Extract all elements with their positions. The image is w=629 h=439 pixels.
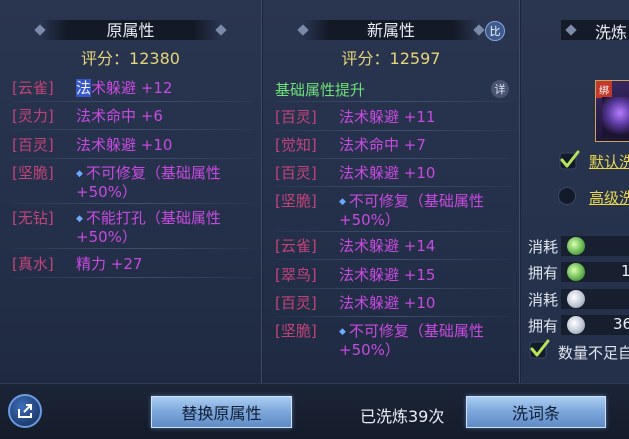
- attr-tag: [坚脆]: [275, 192, 317, 210]
- attr-tag: [云雀]: [275, 237, 317, 255]
- attr-value: ◆ 不可修复（基础属性 +50%）: [339, 192, 484, 229]
- old-attr-row[interactable]: [坚脆] ◆ 不可修复（基础属性 +50%）: [12, 164, 253, 201]
- old-panel-header: 原属性: [0, 14, 261, 44]
- attr-tag: [坚脆]: [12, 164, 54, 182]
- new-attr-row[interactable]: [坚脆] ◆ 不可修复（基础属性 +50%）: [275, 192, 511, 229]
- silver-coin-icon: [567, 290, 585, 308]
- attr-value: 法术命中 +6: [76, 107, 163, 125]
- attr-tag: [翠鸟]: [275, 266, 317, 284]
- attr-value: 法术躲避 +11: [339, 108, 436, 126]
- refine-count: 已洗炼39次: [360, 407, 445, 426]
- silver-coin-icon: [567, 316, 585, 334]
- attr-value: 法术躲避 +14: [339, 237, 436, 255]
- new-panel-header: 新属性: [263, 14, 519, 44]
- share-button[interactable]: [8, 394, 42, 428]
- equipment-icon: [602, 97, 629, 137]
- refine-entry-button[interactable]: 洗词条: [466, 396, 606, 428]
- attr-tag: [百灵]: [12, 136, 54, 154]
- attr-value: 法术命中 +7: [339, 136, 426, 154]
- advanced-refine-label[interactable]: 高级洗: [589, 187, 629, 208]
- diamond-bullet-icon: ◆: [76, 169, 83, 179]
- cost-label: 消耗: [528, 291, 559, 309]
- owned-value: 1: [621, 262, 629, 280]
- attr-tag: [灵力]: [12, 107, 54, 125]
- old-attr-row[interactable]: [无钻] ◆ 不能打孔（基础属性 +50%）: [12, 209, 253, 246]
- checkmark-icon: [559, 150, 580, 170]
- replace-attributes-button[interactable]: 替换原属性: [151, 396, 292, 428]
- old-score: 评分：12380: [81, 49, 180, 68]
- green-coin-icon: [567, 263, 585, 281]
- selected-char: 法: [76, 79, 92, 97]
- default-refine-label[interactable]: 默认洗: [589, 151, 629, 172]
- attr-tag: [百灵]: [275, 108, 317, 126]
- new-attr-row[interactable]: [百灵] 法术躲避 +11: [275, 108, 511, 126]
- new-attr-row[interactable]: [坚脆] ◆ 不可修复（基础属性 +50%）: [275, 322, 511, 359]
- new-attr-row[interactable]: [云雀] 法术躲避 +14: [275, 237, 511, 255]
- old-attributes-panel: 原属性 评分：12380 [云雀] 法术躲避 +12 [灵力] 法术命中 +6 …: [0, 0, 262, 383]
- detail-icon[interactable]: 详: [491, 80, 509, 98]
- attr-value: 法术躲避 +15: [339, 266, 436, 284]
- advanced-refine-radio[interactable]: [558, 187, 576, 205]
- new-attributes-panel: 新属性 比 评分：12597 基础属性提升 详 [百灵] 法术躲避 +11 [觉…: [263, 0, 520, 383]
- attr-value: ◆ 不能打孔（基础属性 +50%）: [76, 209, 221, 246]
- compare-icon[interactable]: 比: [485, 21, 505, 41]
- equipment-slot[interactable]: 绑: [595, 80, 629, 142]
- new-attr-row[interactable]: [百灵] 法术躲避 +10: [275, 294, 511, 312]
- owned-label: 拥有: [528, 264, 559, 282]
- attr-value: 法术躲避 +10: [339, 164, 436, 182]
- refine-title: 洗炼: [595, 23, 628, 42]
- diamond-bullet-icon: ◆: [76, 214, 83, 224]
- green-coin-icon: [567, 237, 585, 255]
- bound-badge: 绑: [596, 81, 612, 98]
- new-attr-row[interactable]: [觉知] 法术命中 +7: [275, 136, 511, 154]
- attr-value: 精力 +27: [76, 255, 143, 273]
- attr-tag: [百灵]: [275, 294, 317, 312]
- attr-value: 法术躲避 +10: [76, 136, 173, 154]
- share-icon: [18, 404, 32, 418]
- old-attr-row[interactable]: [云雀] 法术躲避 +12: [12, 79, 253, 97]
- diamond-bullet-icon: ◆: [339, 327, 346, 337]
- diamond-bullet-icon: ◆: [339, 197, 346, 207]
- new-attr-row[interactable]: [翠鸟] 法术躲避 +15: [275, 266, 511, 284]
- old-attr-row[interactable]: [灵力] 法术命中 +6: [12, 107, 253, 125]
- attr-value: ◆ 不可修复（基础属性 +50%）: [339, 322, 484, 359]
- checkmark-icon: [529, 339, 550, 359]
- cost-label: 消耗: [528, 238, 559, 256]
- base-attr-bonus-title: 基础属性提升: [275, 81, 366, 99]
- owned-label: 拥有: [528, 317, 559, 335]
- new-score: 评分：12597: [341, 49, 441, 68]
- old-attr-row[interactable]: [真水] 精力 +27: [12, 255, 253, 273]
- refine-side-panel: 洗炼 绑 默认洗 高级洗 消耗 拥有 1 消耗 拥有 36 数量不足自: [521, 0, 629, 383]
- attr-tag: [觉知]: [275, 136, 317, 154]
- old-panel-title: 原属性: [106, 21, 155, 40]
- attr-tag: [无钻]: [12, 209, 54, 227]
- owned-value: 36: [613, 315, 629, 333]
- old-attr-row[interactable]: [百灵] 法术躲避 +10: [12, 136, 253, 154]
- attr-tag: [真水]: [12, 255, 54, 273]
- insufficient-label: 数量不足自: [558, 344, 629, 362]
- default-refine-checkbox[interactable]: [558, 149, 580, 171]
- new-panel-title: 新属性: [366, 21, 415, 40]
- attr-value: ◆ 不可修复（基础属性 +50%）: [76, 164, 221, 201]
- new-attr-row[interactable]: [百灵] 法术躲避 +10: [275, 164, 511, 182]
- bottom-action-bar: 替换原属性 已洗炼39次 洗词条: [0, 383, 629, 439]
- attr-tag: [百灵]: [275, 164, 317, 182]
- attr-value: 法术躲避 +10: [339, 294, 436, 312]
- attr-tag: [坚脆]: [275, 322, 317, 340]
- insufficient-auto-checkbox[interactable]: [528, 338, 550, 360]
- attr-value: 法术躲避 +12: [76, 79, 173, 97]
- attr-tag: [云雀]: [12, 79, 54, 97]
